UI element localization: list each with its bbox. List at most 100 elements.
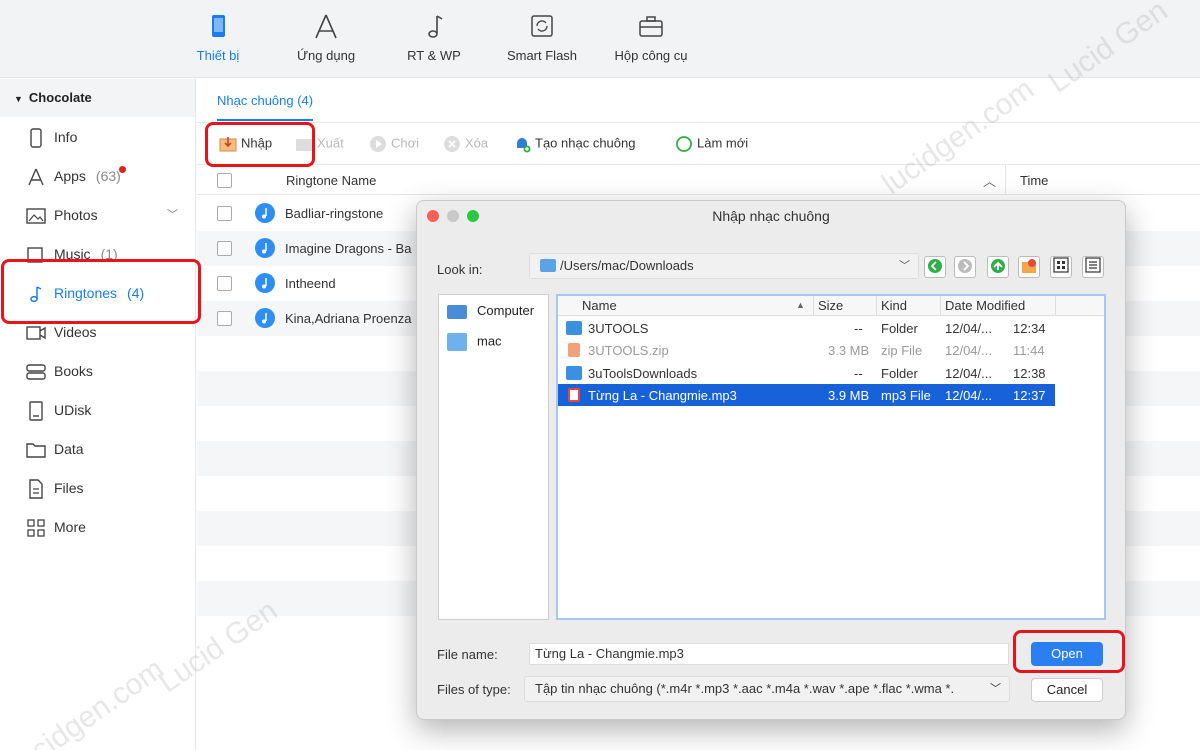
sidebar-item-info[interactable]: Info xyxy=(0,119,196,155)
file-size: 3.9 MB xyxy=(828,388,870,403)
nav-device[interactable]: Thiết bị xyxy=(163,12,273,63)
export-label: Xuất xyxy=(317,135,344,151)
file-row[interactable]: 3UTOOLS.zip 3.3 MB zip File 12/04/... 11… xyxy=(558,339,1055,361)
zoom-window-icon[interactable] xyxy=(467,210,479,222)
import-button[interactable]: Nhập xyxy=(219,135,272,153)
column-header-name[interactable]: Ringtone Name xyxy=(286,173,376,188)
column-divider xyxy=(876,296,877,316)
column-header-size[interactable]: Size xyxy=(818,298,843,313)
file-date: 12/04/... xyxy=(945,321,992,336)
sort-triangle-up-icon: ▲ xyxy=(796,300,805,310)
bell-note-icon xyxy=(30,286,42,303)
row-checkbox[interactable] xyxy=(217,276,232,291)
notification-badge xyxy=(118,166,126,173)
sidebar-item-label: Apps xyxy=(54,168,86,184)
row-name: Intheend xyxy=(285,276,336,291)
music-note-icon xyxy=(255,273,275,293)
toolbar: Nhập Xuất Chơi Xóa Tạo nhạc chuông Làm m… xyxy=(197,123,1200,165)
mp3-file-icon xyxy=(568,388,580,402)
forward-arrow-icon xyxy=(958,259,972,273)
sidebar-item-label: Music xyxy=(54,246,91,262)
minimize-window-icon[interactable] xyxy=(447,210,459,222)
file-row[interactable]: 3UTOOLS -- Folder 12/04/... 12:34 xyxy=(558,317,1055,339)
tab-bar: Nhạc chuông (4) xyxy=(197,79,1200,123)
file-row[interactable]: 3uToolsDownloads -- Folder 12/04/... 12:… xyxy=(558,362,1055,384)
device-header[interactable]: ▼ Chocolate xyxy=(0,79,195,117)
sidebar-item-ringtones[interactable]: Ringtones (4) xyxy=(0,275,196,311)
home-folder-icon xyxy=(447,333,467,351)
column-header-name[interactable]: Name xyxy=(582,298,617,313)
delete-button[interactable]: Xóa xyxy=(443,135,488,153)
sidebar-item-count: (63) xyxy=(95,168,121,184)
detail-view-button[interactable] xyxy=(1082,256,1104,278)
sidebar-item-more[interactable]: More xyxy=(0,509,196,545)
cancel-button[interactable]: Cancel xyxy=(1031,678,1103,702)
list-view-button[interactable] xyxy=(1050,256,1072,278)
chevron-down-icon[interactable]: ﹀ xyxy=(167,197,178,233)
import-icon xyxy=(219,137,237,152)
row-checkbox[interactable] xyxy=(217,206,232,221)
select-all-checkbox[interactable] xyxy=(217,173,232,188)
sidebar-item-files[interactable]: Files xyxy=(0,470,196,506)
sidebar-item-label: Books xyxy=(54,363,93,379)
new-folder-button[interactable] xyxy=(1018,256,1040,278)
file-date: 12/04/... xyxy=(945,343,992,358)
place-mac[interactable]: mac xyxy=(447,333,502,351)
close-window-icon[interactable] xyxy=(427,210,439,222)
create-ringtone-button[interactable]: Tạo nhạc chuông xyxy=(513,135,635,153)
folder-icon xyxy=(26,443,46,458)
row-checkbox[interactable] xyxy=(217,311,232,326)
sidebar-item-udisk[interactable]: UDisk xyxy=(0,392,196,428)
sidebar-item-music[interactable]: Music (1) xyxy=(0,236,196,272)
sidebar-item-videos[interactable]: Videos xyxy=(0,314,196,350)
export-button[interactable]: Xuất xyxy=(295,135,344,153)
look-in-path: /Users/mac/Downloads xyxy=(560,258,694,273)
sidebar-item-books[interactable]: Books xyxy=(0,353,196,389)
folder-icon xyxy=(540,259,556,272)
place-computer[interactable]: Computer xyxy=(447,303,534,319)
open-button[interactable]: Open xyxy=(1031,642,1103,666)
column-header-kind[interactable]: Kind xyxy=(881,298,907,313)
column-header-date[interactable]: Date Modified xyxy=(945,298,1025,313)
folder-icon xyxy=(566,321,582,335)
file-type-select[interactable]: Tập tin nhạc chuông (*.m4r *.mp3 *.aac *… xyxy=(524,676,1010,702)
column-header-time[interactable]: Time xyxy=(1020,173,1048,188)
music-note-icon xyxy=(428,15,443,38)
parent-directory-button[interactable] xyxy=(987,256,1009,278)
nav-smart-flash[interactable]: Smart Flash xyxy=(487,12,597,63)
phone-icon xyxy=(30,128,42,148)
grid-view-icon xyxy=(1053,257,1069,273)
look-in-label: Look in: xyxy=(437,262,483,277)
dialog-title: Nhập nhạc chuông xyxy=(712,208,830,224)
back-button[interactable] xyxy=(924,256,946,278)
refresh-label: Làm mới xyxy=(697,135,749,151)
file-time: 11:44 xyxy=(1013,343,1045,358)
place-label: Computer xyxy=(477,303,535,318)
play-label: Chơi xyxy=(391,135,420,151)
appstore-icon xyxy=(28,169,44,186)
row-checkbox[interactable] xyxy=(217,241,232,256)
sidebar-item-photos[interactable]: Photos ﹀ xyxy=(0,197,196,233)
sort-chevron-up-icon[interactable]: ︿ xyxy=(983,171,996,190)
refresh-icon xyxy=(676,136,692,152)
appstore-icon xyxy=(315,14,337,39)
nav-toolbox[interactable]: Hộp công cụ xyxy=(596,12,706,63)
refresh-button[interactable]: Làm mới xyxy=(675,135,748,153)
file-date: 12/04/... xyxy=(945,388,992,403)
nav-ringtones-wallpapers[interactable]: RT & WP xyxy=(379,12,489,63)
import-ringtone-dialog: Nhập nhạc chuông Look in: /Users/mac/Dow… xyxy=(416,200,1126,720)
file-row-selected[interactable]: Từng La - Changmie.mp3 3.9 MB mp3 File 1… xyxy=(558,384,1055,406)
grid-icon xyxy=(27,519,45,537)
file-kind: mp3 File xyxy=(881,388,931,403)
look-in-dropdown[interactable]: /Users/mac/Downloads ﹀ xyxy=(529,253,919,279)
file-name-input[interactable]: Từng La - Changmie.mp3 xyxy=(529,643,1009,665)
device-name: Chocolate xyxy=(28,90,92,105)
nav-apps[interactable]: Ứng dụng xyxy=(271,12,381,63)
sidebar-item-label: Info xyxy=(54,129,78,145)
play-button[interactable]: Chơi xyxy=(369,135,419,153)
new-folder-icon xyxy=(1022,259,1036,273)
forward-button[interactable] xyxy=(954,256,976,278)
tab-ringtones[interactable]: Nhạc chuông (4) xyxy=(217,93,314,121)
sidebar-item-apps[interactable]: Apps (63) xyxy=(0,158,196,194)
sidebar-item-data[interactable]: Data xyxy=(0,431,196,467)
